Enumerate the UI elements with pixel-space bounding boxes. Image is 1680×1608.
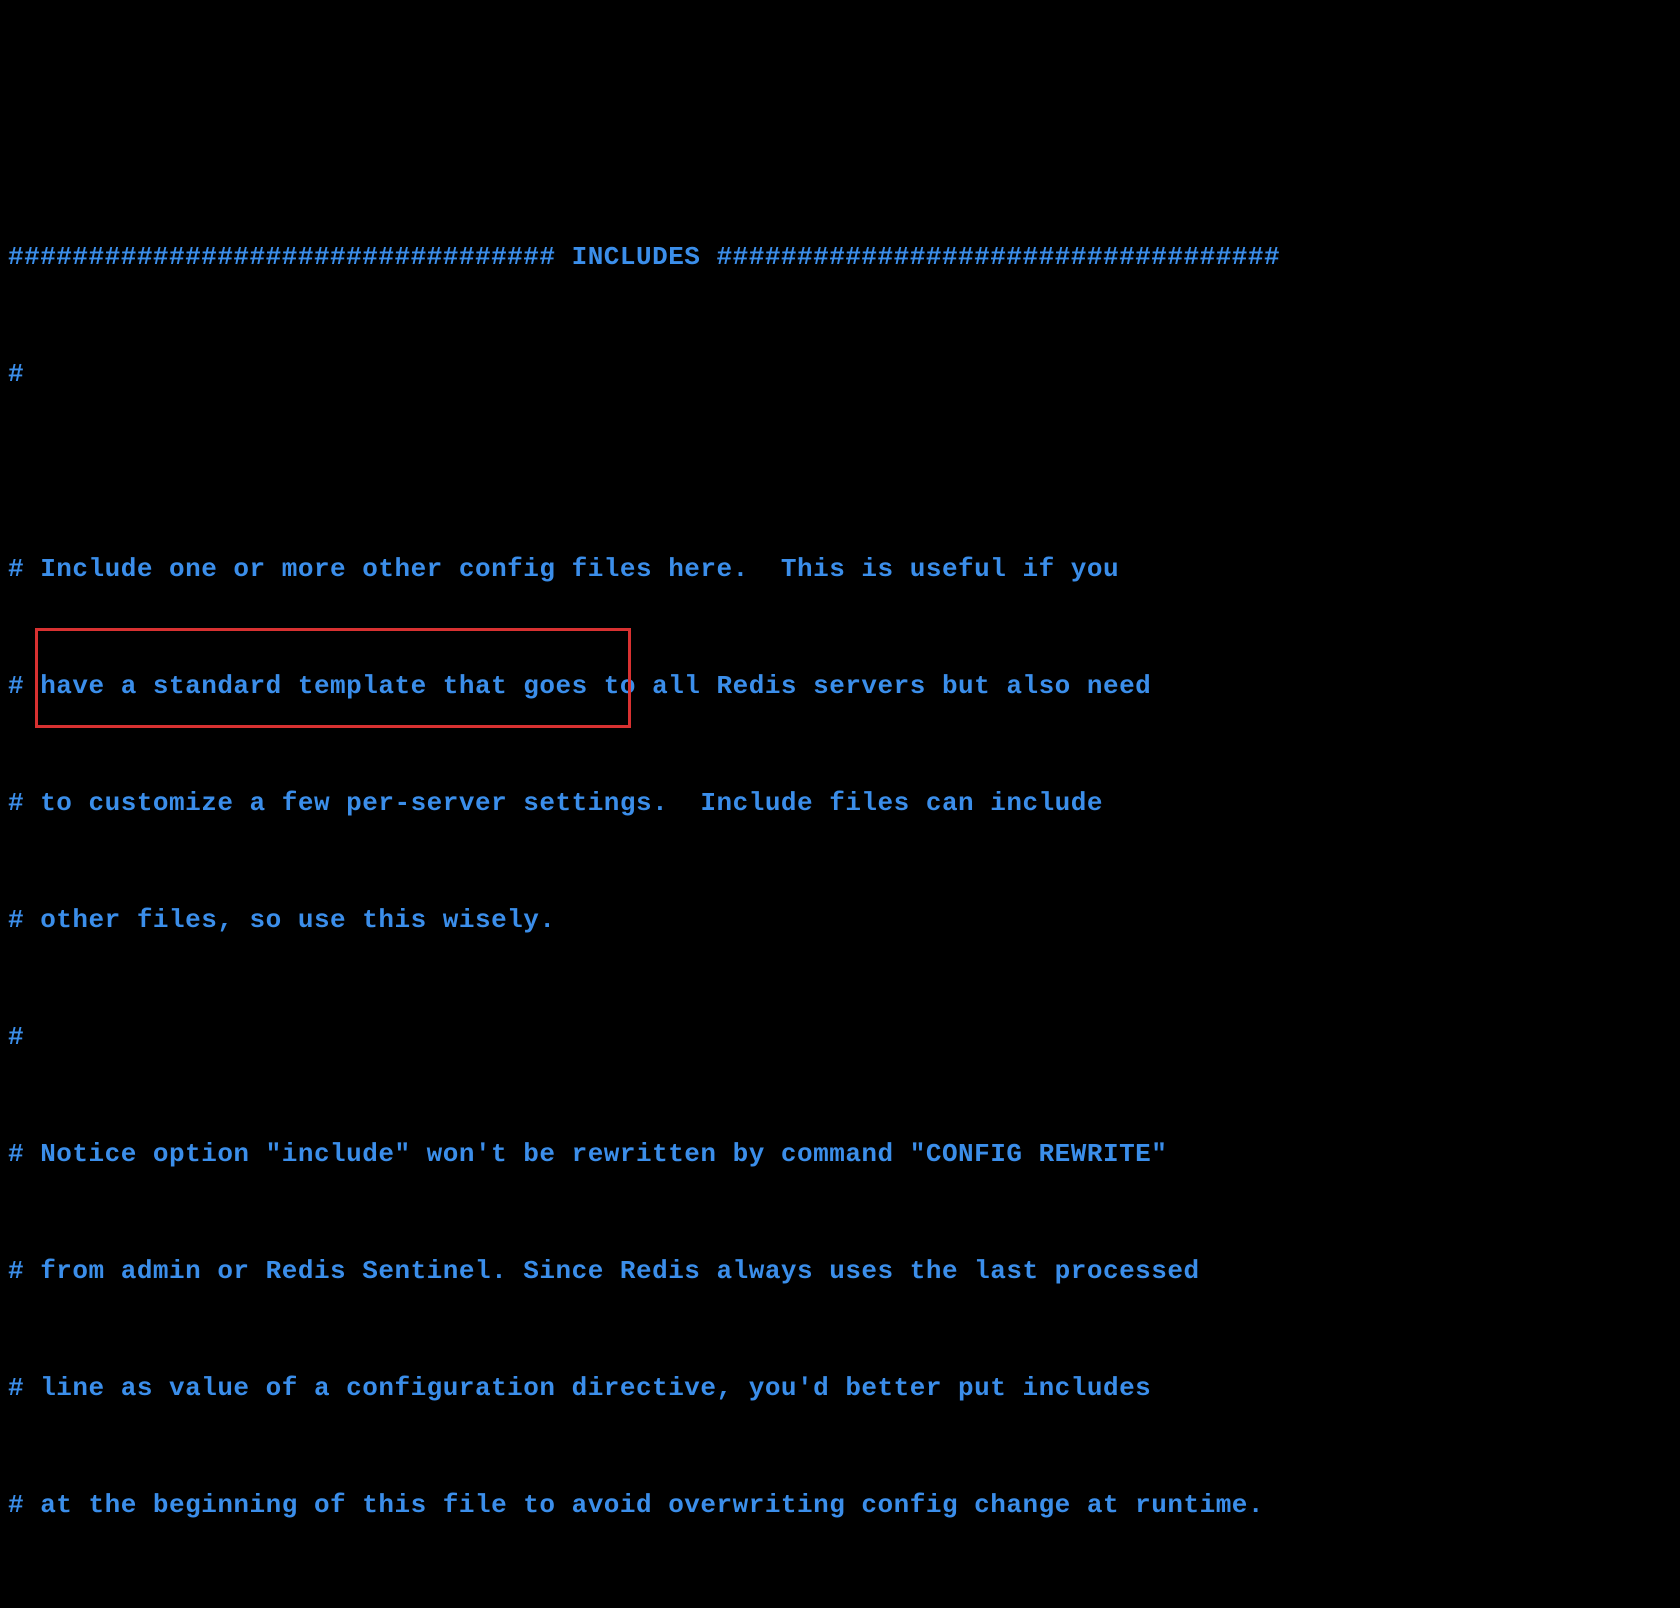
- config-line: #: [8, 1603, 1672, 1608]
- config-line: # line as value of a configuration direc…: [8, 1369, 1672, 1408]
- config-line: # Include one or more other config files…: [8, 550, 1672, 589]
- config-line: ################################## INCLU…: [8, 238, 1672, 277]
- config-line: # from admin or Redis Sentinel. Since Re…: [8, 1252, 1672, 1291]
- terminal-viewport[interactable]: ################################## INCLU…: [8, 160, 1672, 1608]
- config-line: # have a standard template that goes to …: [8, 667, 1672, 706]
- config-line: # other files, so use this wisely.: [8, 901, 1672, 940]
- config-line: # at the beginning of this file to avoid…: [8, 1486, 1672, 1525]
- config-line: # Notice option "include" won't be rewri…: [8, 1135, 1672, 1174]
- config-line: #: [8, 1018, 1672, 1057]
- config-line: #: [8, 355, 1672, 394]
